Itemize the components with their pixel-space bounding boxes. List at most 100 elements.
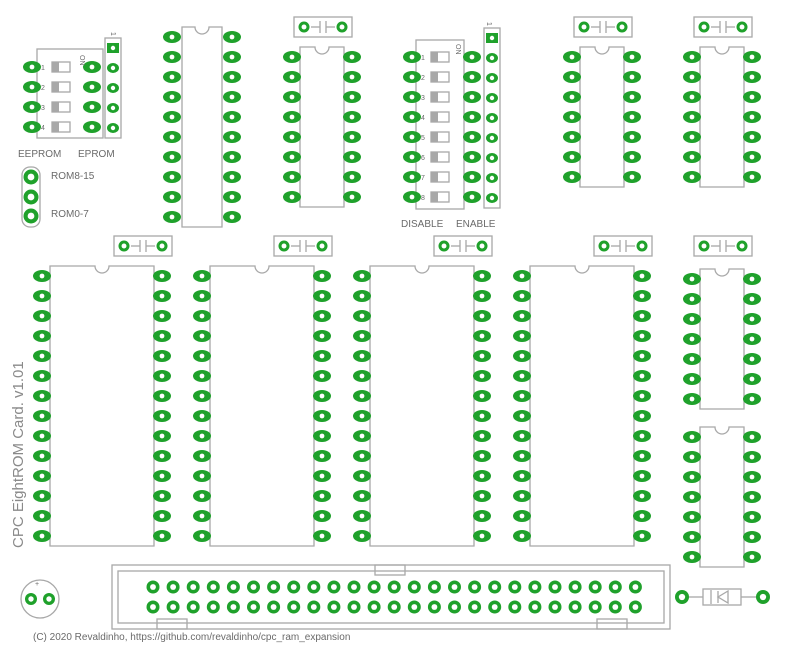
pad-hole <box>359 453 365 459</box>
solder-pad <box>513 430 531 442</box>
solder-pad <box>33 430 51 442</box>
solder-pad <box>353 510 371 522</box>
solder-pad <box>153 510 171 522</box>
pad-hole <box>749 174 755 180</box>
pad-hole <box>319 293 325 299</box>
round-pad <box>568 580 582 594</box>
board-title: CPC EightROM Card. v1.01 <box>10 361 27 548</box>
pad-hole <box>319 243 325 249</box>
pad-hole <box>89 104 95 110</box>
round-pad <box>598 240 610 252</box>
pad-hole <box>359 513 365 519</box>
pad-hole <box>230 604 237 610</box>
pad-hole <box>229 194 235 200</box>
pad-hole <box>159 413 165 419</box>
pad-hole <box>199 413 205 419</box>
solder-pad <box>513 350 531 362</box>
solder-pad <box>623 91 641 103</box>
pad-hole <box>199 273 205 279</box>
pad-hole <box>629 174 635 180</box>
pad-hole <box>110 105 116 111</box>
round-pad <box>166 600 180 614</box>
solder-pad <box>313 450 331 462</box>
round-pad <box>438 240 450 252</box>
pad-hole <box>319 333 325 339</box>
pad-hole <box>639 473 645 479</box>
pad-hole <box>121 243 127 249</box>
pad-hole <box>569 174 575 180</box>
pad-hole <box>479 533 485 539</box>
solder-pad <box>313 510 331 522</box>
solder-pad <box>403 71 421 83</box>
solder-pad <box>33 270 51 282</box>
solder-pad <box>163 151 181 163</box>
pad-hole <box>469 154 475 160</box>
pad-hole <box>39 413 45 419</box>
solder-pad <box>153 370 171 382</box>
solder-pad <box>193 350 211 362</box>
round-pad <box>146 580 160 594</box>
pad-hole <box>229 134 235 140</box>
solder-pad <box>513 270 531 282</box>
round-pad <box>206 580 220 594</box>
round-pad <box>736 240 748 252</box>
solder-pad <box>403 191 421 203</box>
round-pad <box>347 580 361 594</box>
pad-hole <box>349 114 355 120</box>
round-pad <box>23 189 39 205</box>
round-pad <box>407 600 421 614</box>
round-pad <box>608 580 622 594</box>
solder-pad <box>223 131 241 143</box>
round-pad <box>247 580 260 594</box>
solder-pad <box>743 353 761 365</box>
pad-hole <box>170 584 177 590</box>
pad-hole <box>639 313 645 319</box>
pad-hole <box>301 24 307 30</box>
pad-hole <box>552 604 558 610</box>
solder-pad <box>683 51 701 63</box>
pad-hole <box>749 534 755 540</box>
round-pad <box>118 240 130 252</box>
solder-pad <box>743 511 761 523</box>
pad-hole <box>229 74 235 80</box>
round-pad <box>698 21 710 33</box>
switch-number-label: 5 <box>421 135 425 142</box>
solder-pad <box>473 310 491 322</box>
solder-pad <box>313 430 331 442</box>
solder-pad <box>313 350 331 362</box>
pad-hole <box>359 333 365 339</box>
round-pad <box>588 580 602 594</box>
pad-hole <box>39 473 45 479</box>
pad-hole <box>519 273 525 279</box>
pad-hole <box>469 54 475 60</box>
round-pad <box>307 600 321 614</box>
solder-pad <box>463 51 481 63</box>
solder-pad <box>353 290 371 302</box>
round-pad <box>278 240 290 252</box>
solder-pad <box>83 101 101 113</box>
round-pad <box>307 580 321 594</box>
round-pad <box>247 600 260 614</box>
pad-hole <box>359 413 365 419</box>
switch-number-label: 1 <box>421 55 425 62</box>
pad-hole <box>749 396 755 402</box>
pad-hole <box>391 604 398 610</box>
pad-hole <box>230 584 237 590</box>
pad-hole <box>409 74 415 80</box>
solder-pad <box>193 370 211 382</box>
solder-pad <box>223 151 241 163</box>
pad-hole <box>409 134 415 140</box>
pad-hole <box>469 194 475 200</box>
solder-pad <box>683 511 701 523</box>
pad-hole <box>592 584 599 590</box>
pad-hole <box>199 513 205 519</box>
pad-hole <box>349 194 355 200</box>
pad-hole <box>451 604 458 610</box>
switch-knob <box>431 192 438 202</box>
pad-hole <box>479 493 485 499</box>
pad-hole <box>678 593 686 601</box>
jumper-large-one-label: 1 <box>485 22 492 26</box>
pad-hole <box>229 34 235 40</box>
pad-hole <box>159 293 165 299</box>
pad-hole <box>511 584 518 590</box>
